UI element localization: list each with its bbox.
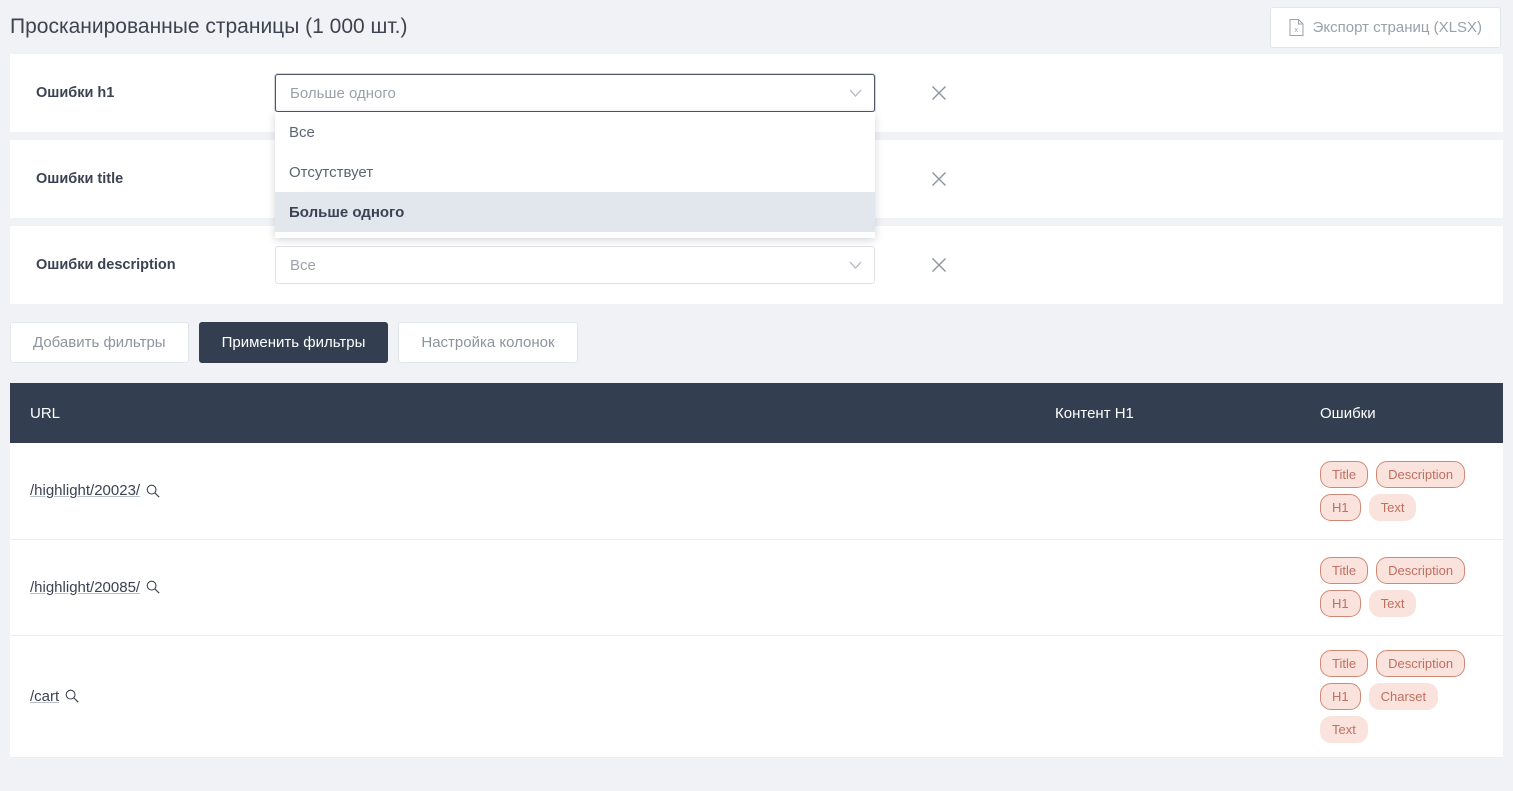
filter-select-value-h1: Больше одного: [290, 84, 396, 102]
cell-h1-content: [1045, 635, 1310, 758]
close-icon: [932, 86, 946, 100]
pages-table: URL Контент H1 Ошибки /highlight/20023/: [10, 383, 1503, 758]
status-badge: H1: [1320, 682, 1361, 710]
export-pages-button[interactable]: x Экспорт страниц (XLSX): [1269, 6, 1501, 48]
filter-actions: Добавить фильтры Применить фильтры Настр…: [0, 312, 1513, 363]
chevron-down-icon: [849, 261, 862, 269]
table-row: /cart Title Description H1 Charset Text: [10, 635, 1503, 758]
filter-select-wrap-h1: Больше одного Все Отсутствует Больше одн…: [275, 74, 875, 238]
filters-panel: Ошибки h1 Больше одного Все Отсутствует …: [0, 54, 1513, 304]
remove-filter-description-button[interactable]: [927, 253, 951, 277]
url-cell: /cart: [30, 688, 79, 705]
url-link[interactable]: /highlight/20023/: [30, 482, 140, 499]
filter-label-title: Ошибки title: [36, 171, 124, 187]
filter-select-description[interactable]: Все: [275, 246, 875, 284]
status-badge: Description: [1376, 557, 1466, 584]
remove-filter-h1-button[interactable]: [927, 81, 951, 105]
table-row: /highlight/20023/ Title Description H1 T…: [10, 443, 1503, 540]
status-badge: Title: [1320, 460, 1369, 488]
table-row: /highlight/20085/ Title Description H1 T…: [10, 539, 1503, 636]
page-header: Просканированные страницы (1 000 шт.) x …: [0, 0, 1513, 54]
column-header-url[interactable]: URL: [10, 383, 1045, 443]
status-badge: Text: [1368, 590, 1417, 617]
table-body: /highlight/20023/ Title Description H1 T…: [10, 443, 1503, 758]
cell-h1-content: [1045, 539, 1310, 636]
xlsx-file-icon: x: [1289, 18, 1304, 36]
status-badge: H1: [1320, 590, 1361, 617]
svg-text:x: x: [1294, 27, 1298, 34]
filter-select-wrap-description: Все: [275, 246, 875, 284]
export-pages-label: Экспорт страниц (XLSX): [1312, 18, 1482, 36]
filter-label-description: Ошибки description: [36, 257, 176, 273]
url-link[interactable]: /cart: [30, 688, 59, 705]
cell-errors: Title Description H1 Charset Text: [1310, 635, 1503, 758]
column-header-errors[interactable]: Ошибки: [1310, 383, 1503, 443]
filter-select-h1[interactable]: Больше одного: [275, 74, 875, 112]
magnifier-icon[interactable]: [146, 484, 160, 498]
column-header-h1-content[interactable]: Контент H1: [1045, 383, 1310, 443]
cell-errors: Title Description H1 Text: [1310, 443, 1503, 540]
status-badge: H1: [1320, 493, 1361, 521]
dropdown-option-vse[interactable]: Все: [275, 112, 875, 152]
close-icon: [932, 258, 946, 272]
apply-filters-button[interactable]: Применить фильтры: [198, 322, 389, 363]
error-badges: Title Description H1 Text: [1320, 460, 1480, 521]
error-badges: Title Description H1 Charset Text: [1320, 649, 1480, 743]
filter-dropdown-h1[interactable]: Все Отсутствует Больше одного: [275, 112, 875, 238]
error-badges: Title Description H1 Text: [1320, 557, 1480, 617]
cell-errors: Title Description H1 Text: [1310, 539, 1503, 636]
dropdown-option-otsutstvuet[interactable]: Отсутствует: [275, 152, 875, 192]
cell-url: /highlight/20085/: [10, 539, 1045, 636]
status-badge: Text: [1368, 493, 1417, 521]
url-link[interactable]: /highlight/20085/: [30, 579, 140, 596]
pages-table-wrap: URL Контент H1 Ошибки /highlight/20023/: [10, 383, 1503, 758]
url-cell: /highlight/20085/: [30, 579, 160, 596]
filter-select-value-description: Все: [290, 256, 316, 274]
remove-filter-title-button[interactable]: [927, 167, 951, 191]
table-header-row: URL Контент H1 Ошибки: [10, 383, 1503, 443]
filter-row-h1: Ошибки h1 Больше одного Все Отсутствует …: [10, 54, 1503, 238]
magnifier-icon[interactable]: [146, 580, 160, 594]
status-badge: Title: [1320, 557, 1369, 584]
status-badge: Text: [1320, 715, 1368, 743]
cell-url: /highlight/20023/: [10, 443, 1045, 540]
filter-label-h1: Ошибки h1: [36, 85, 115, 101]
column-settings-button[interactable]: Настройка колонок: [398, 322, 578, 363]
magnifier-icon[interactable]: [65, 689, 79, 703]
table-head: URL Контент H1 Ошибки: [10, 383, 1503, 443]
status-badge: Description: [1376, 460, 1466, 488]
close-icon: [932, 172, 946, 186]
chevron-down-icon: [849, 89, 862, 97]
cell-url: /cart: [10, 635, 1045, 758]
status-badge: Description: [1376, 649, 1466, 677]
dropdown-option-bolshe-odnogo[interactable]: Больше одного: [275, 192, 875, 232]
add-filters-button[interactable]: Добавить фильтры: [10, 322, 189, 363]
url-cell: /highlight/20023/: [30, 482, 160, 499]
status-badge: Charset: [1368, 682, 1439, 710]
page-title: Просканированные страницы (1 000 шт.): [10, 15, 408, 38]
cell-h1-content: [1045, 443, 1310, 540]
status-badge: Title: [1320, 649, 1369, 677]
